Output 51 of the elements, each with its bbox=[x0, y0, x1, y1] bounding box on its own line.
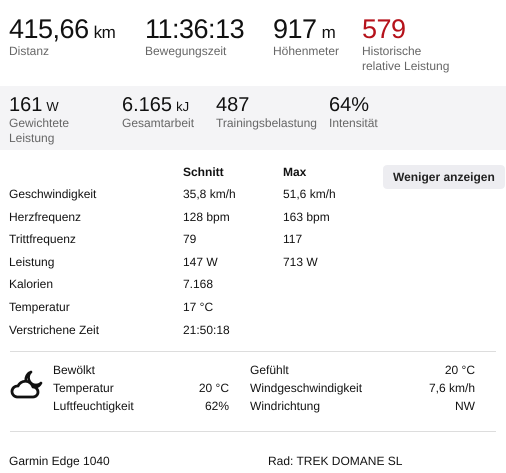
stat-value: 64% bbox=[329, 94, 370, 116]
row-label: Leistung bbox=[9, 254, 56, 269]
table-cell-text: 51,6 km/h bbox=[283, 187, 337, 201]
table-cell-text: 17 °C bbox=[183, 300, 214, 314]
row-label: Kalorien bbox=[9, 277, 54, 292]
stat-label: Trainingsbelastung bbox=[216, 116, 318, 131]
stat-label: Bewegungszeit bbox=[145, 44, 228, 59]
weather-value: 62% bbox=[204, 399, 229, 416]
stat-label: Distanz bbox=[9, 44, 50, 59]
weather-value: 7,6 km/h bbox=[428, 381, 475, 398]
row-label: Trittfrequenz bbox=[9, 232, 77, 246]
weather-value: NW bbox=[455, 399, 475, 416]
stat-value: 161 W bbox=[9, 94, 60, 116]
column-header: Schnitt bbox=[183, 165, 225, 179]
table-cell-text: 713 W bbox=[283, 254, 319, 269]
stat-label: Gesamtarbeit bbox=[122, 116, 196, 131]
stat-value: 579 bbox=[362, 14, 407, 44]
stat-value: 11:36:13 bbox=[145, 14, 246, 44]
stat-value: 487 bbox=[216, 94, 250, 116]
stat-label: Höhenmeter bbox=[273, 44, 340, 59]
show-less-button[interactable]: Weniger anzeigen bbox=[383, 165, 505, 189]
stat-label: Historische relative Leistung bbox=[362, 44, 450, 74]
device-name: Garmin Edge 1040 bbox=[9, 454, 111, 468]
column-header: Max bbox=[283, 165, 308, 179]
weather-label: Temperatur bbox=[53, 381, 114, 398]
stat-value: 415,66 km bbox=[9, 14, 116, 44]
weather-value: 20 °C bbox=[198, 381, 229, 398]
row-label: Geschwindigkeit bbox=[9, 187, 98, 201]
row-label: Herzfrequenz bbox=[9, 210, 82, 224]
stat-label: Gewichtete Leistung bbox=[9, 116, 70, 146]
table-cell-text: 79 bbox=[183, 232, 198, 246]
stat-label: Intensität bbox=[329, 116, 379, 131]
weather-label: Luftfeuchtigkeit bbox=[53, 399, 134, 416]
row-label: Temperatur bbox=[9, 300, 71, 314]
weather-label: Gefühlt bbox=[250, 363, 289, 380]
table-cell-text: 21:50:18 bbox=[183, 322, 231, 337]
stat-value: 6.165 kJ bbox=[122, 94, 190, 116]
weather-label: Windgeschwindigkeit bbox=[250, 381, 362, 398]
table-cell-text: 163 bpm bbox=[283, 210, 331, 224]
table-cell-text: 117 bbox=[283, 232, 304, 246]
table-cell-text: 128 bpm bbox=[183, 210, 231, 224]
weather-value: 20 °C bbox=[444, 363, 475, 380]
table-cell-text: 35,8 km/h bbox=[183, 187, 237, 201]
bike-name: Rad: TREK DOMANE SL bbox=[268, 454, 402, 468]
row-label: Verstrichene Zeit bbox=[9, 322, 100, 337]
stat-value: 917 m bbox=[273, 14, 336, 44]
table-cell-text: 147 W bbox=[183, 254, 219, 269]
cloud-moon-icon bbox=[9, 368, 43, 400]
weather-label: Windrichtung bbox=[250, 399, 320, 416]
table-cell-text: 7.168 bbox=[183, 277, 214, 292]
weather-label: Bewölkt bbox=[53, 363, 96, 380]
